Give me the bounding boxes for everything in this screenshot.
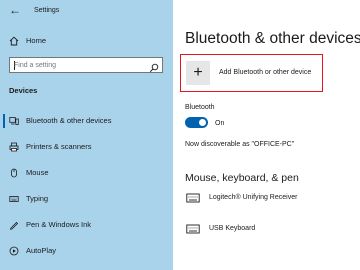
pen-icon	[9, 220, 19, 230]
sidebar-item-autoplay[interactable]: AutoPlay	[0, 240, 173, 262]
search-icon[interactable]	[149, 60, 159, 73]
settings-sidebar: ← Settings Home Find a setting Devices B…	[0, 0, 173, 270]
plus-icon: +	[193, 64, 203, 81]
sidebar-item-bluetooth[interactable]: Bluetooth & other devices	[0, 110, 173, 132]
keyboard-icon	[9, 194, 19, 204]
home-icon	[9, 36, 19, 46]
sidebar-item-label: Mouse	[26, 168, 49, 177]
keyboard-icon	[186, 192, 200, 204]
title-bar: ← Settings	[0, 0, 173, 22]
section-heading: Mouse, keyboard, & pen	[185, 172, 299, 184]
sidebar-item-printers[interactable]: Printers & scanners	[0, 136, 173, 158]
discoverable-text: Now discoverable as "OFFICE-PC"	[185, 141, 295, 148]
add-device-button[interactable]: + Add Bluetooth or other device	[180, 54, 323, 92]
back-arrow-icon[interactable]: ←	[9, 3, 23, 17]
sidebar-item-label: Printers & scanners	[26, 142, 92, 151]
mouse-icon	[9, 168, 19, 178]
add-icon-tile: +	[186, 61, 210, 85]
sidebar-item-pen[interactable]: Pen & Windows Ink	[0, 214, 173, 236]
main-content: Bluetooth & other devices + Add Bluetoot…	[173, 0, 360, 270]
device-item[interactable]: USB Keyboard	[185, 222, 355, 236]
add-device-label: Add Bluetooth or other device	[219, 69, 312, 76]
autoplay-icon	[9, 246, 19, 256]
device-name: USB Keyboard	[209, 225, 256, 232]
keyboard-icon	[186, 223, 200, 235]
toggle-knob	[199, 119, 206, 126]
page-title: Bluetooth & other devices	[185, 30, 360, 47]
nav-home-label: Home	[26, 36, 47, 45]
bluetooth-label: Bluetooth	[185, 104, 215, 111]
printer-icon	[9, 142, 19, 152]
search-placeholder: Find a setting	[14, 62, 57, 69]
selected-indicator	[3, 114, 5, 128]
device-item[interactable]: Logitech® Unifying Receiver	[185, 191, 355, 205]
sidebar-item-label: AutoPlay	[26, 246, 57, 255]
sidebar-item-label: Pen & Windows Ink	[26, 220, 92, 229]
bluetooth-devices-icon	[9, 116, 19, 126]
toggle-state-label: On	[215, 120, 225, 127]
nav-home[interactable]: Home	[0, 32, 173, 50]
app-title: Settings	[34, 7, 60, 14]
bluetooth-toggle[interactable]	[185, 117, 208, 128]
sidebar-item-label: Typing	[26, 194, 49, 203]
sidebar-item-typing[interactable]: Typing	[0, 188, 173, 210]
search-input[interactable]: Find a setting	[9, 57, 163, 73]
device-name: Logitech® Unifying Receiver	[209, 194, 298, 201]
sidebar-item-label: Bluetooth & other devices	[26, 116, 112, 125]
sidebar-item-mouse[interactable]: Mouse	[0, 162, 173, 184]
nav-section-title: Devices	[9, 86, 38, 95]
